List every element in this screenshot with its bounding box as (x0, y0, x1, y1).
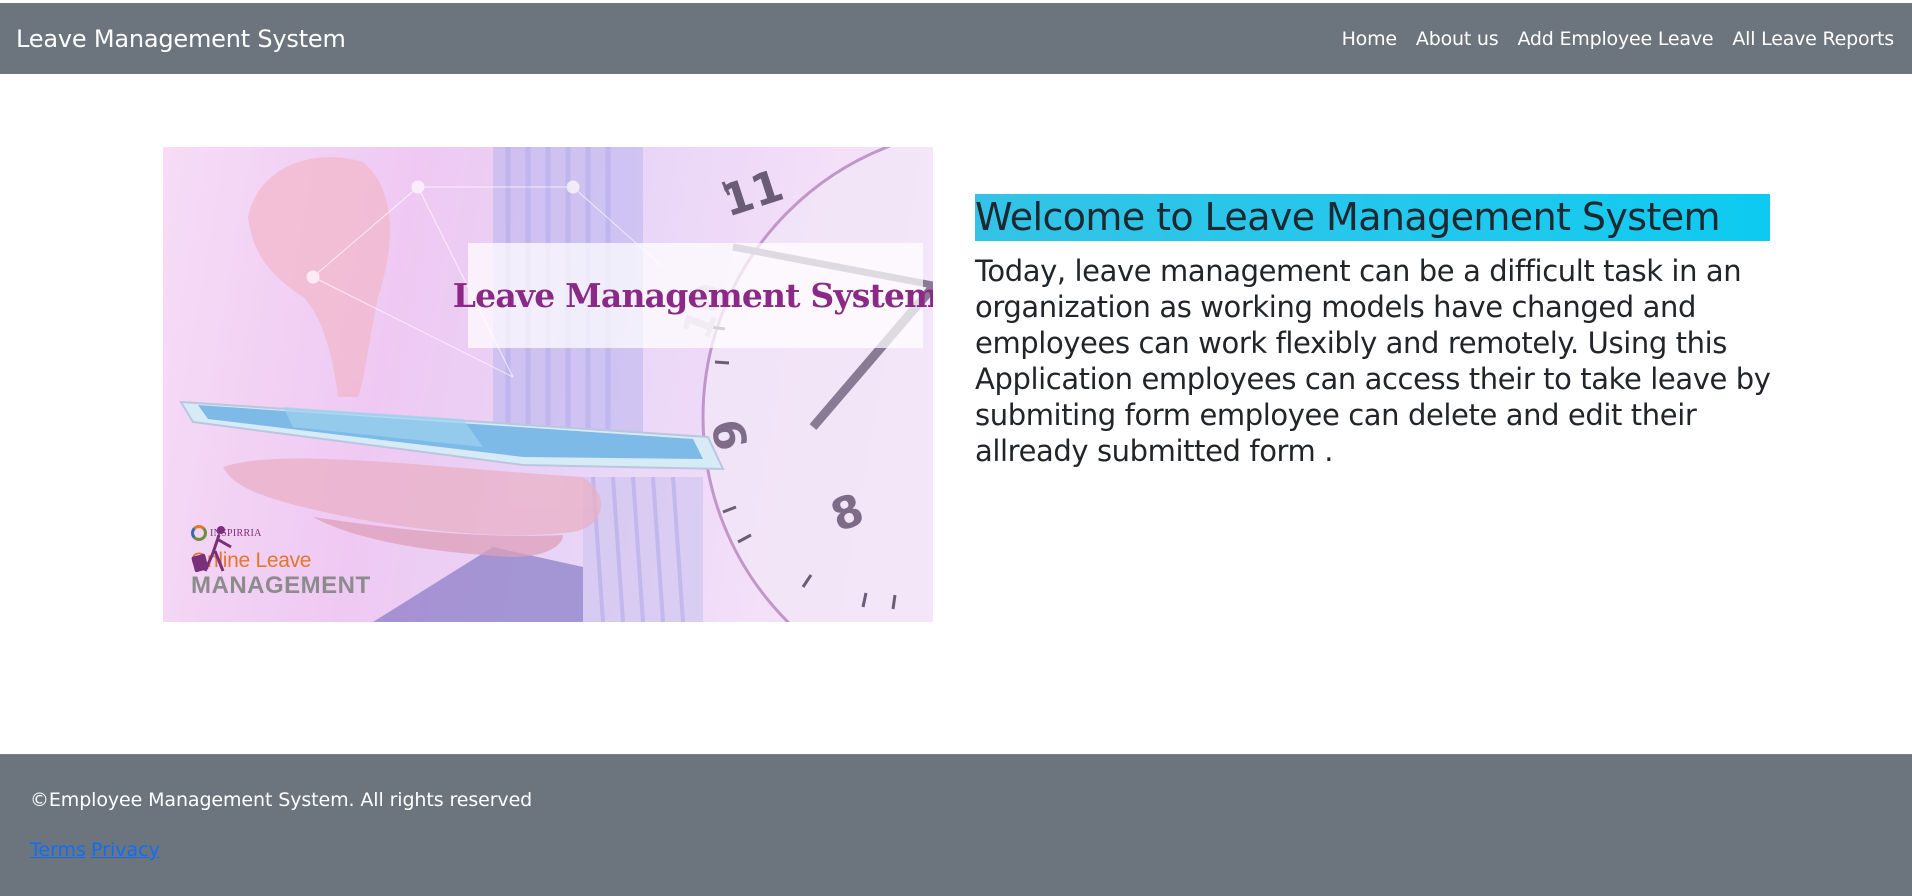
navbar-brand[interactable]: Leave Management System (16, 25, 346, 53)
intro-line: employees can work flexibly and remotely… (975, 326, 1727, 360)
footer-links: Terms Privacy (30, 839, 160, 861)
terms-link[interactable]: Terms (30, 839, 86, 861)
welcome-heading: Welcome to Leave Management System (975, 195, 1721, 239)
intro-line: organization as working models have chan… (975, 290, 1696, 324)
footer-copyright: ©Employee Management System. All rights … (30, 789, 533, 811)
nav-home-link[interactable]: Home (1342, 28, 1398, 50)
hero-banner-title: Leave Management System (452, 276, 933, 315)
nav-leave-reports-link[interactable]: All Leave Reports (1732, 28, 1894, 50)
hero-logo: INSPIRRIA Online Leave MANAGEMENT (191, 525, 391, 605)
intro-line: Today, leave management can be a difficu… (975, 254, 1742, 288)
hero-banner: Leave Management System (453, 243, 933, 348)
nav-links: Home About us Add Employee Leave All Lea… (1342, 28, 1896, 50)
welcome-heading-box: Welcome to Leave Management System (975, 194, 1770, 241)
traveler-icon (191, 526, 232, 573)
privacy-link[interactable]: Privacy (91, 839, 160, 861)
intro-line: allready submitted form . (975, 434, 1334, 468)
footer: ©Employee Management System. All rights … (0, 754, 1912, 896)
page: Leave Management System Home About us Ad… (0, 0, 1912, 896)
intro-paragraph: Today, leave management can be a difficu… (975, 253, 1775, 469)
hero-image: 11 10 9 8 Leave Management System INSPIR… (163, 147, 933, 622)
navbar: Leave Management System Home About us Ad… (0, 3, 1912, 74)
nav-about-link[interactable]: About us (1416, 28, 1499, 50)
clock-number-11: 11 (716, 160, 790, 227)
suit-shape (373, 547, 583, 622)
nav-add-leave-link[interactable]: Add Employee Leave (1517, 28, 1713, 50)
intro-line: submiting form employee can delete and e… (975, 398, 1697, 432)
intro-line: Application employees can access their t… (975, 362, 1771, 396)
lower-sleeve (583, 476, 703, 622)
